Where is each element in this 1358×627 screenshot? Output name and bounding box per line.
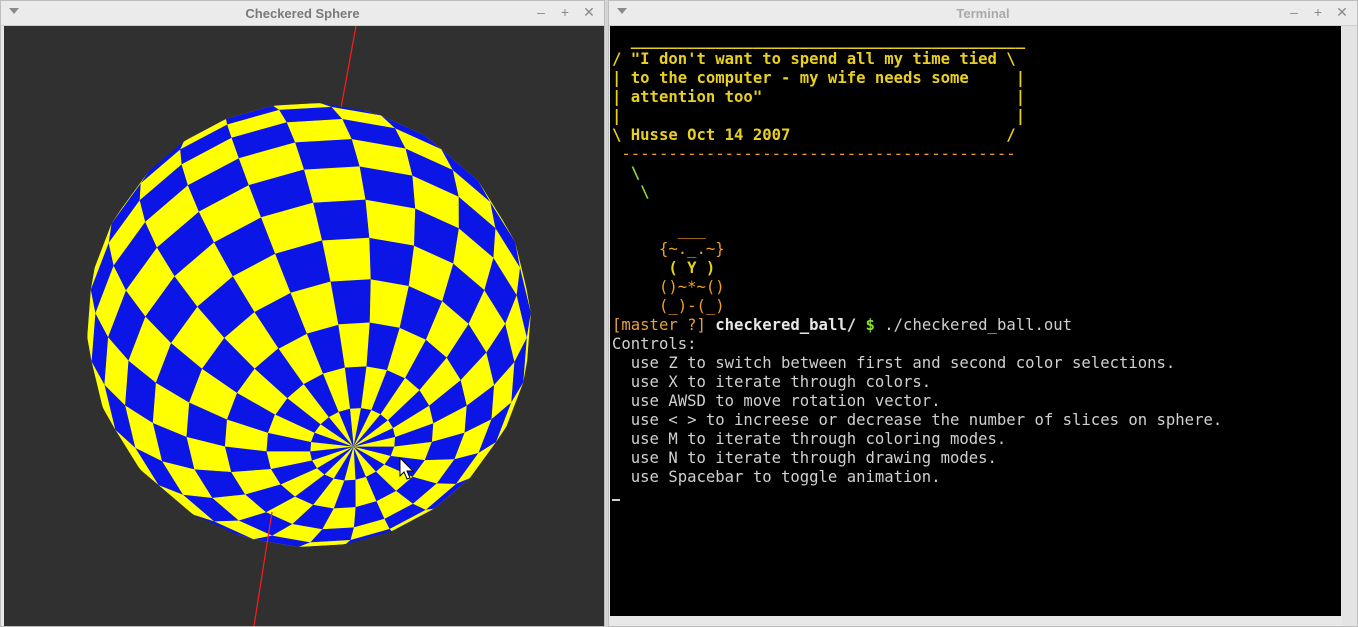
controls-line: use M to iterate through coloring modes.: [612, 430, 1007, 448]
prompt-branch: [master ?]: [612, 316, 706, 334]
owl-art-5: (_)-(_): [612, 297, 725, 315]
prompt-command: ./checkered_ball.out: [884, 316, 1073, 334]
owl-art-2: {~._.~}: [612, 240, 725, 258]
controls-header: Controls:: [612, 335, 697, 353]
controls-line: use < > to increese or decrease the numb…: [612, 411, 1223, 429]
checker-tile: [303, 166, 366, 204]
close-button[interactable]: ✕: [582, 4, 596, 20]
fortune-border-top: ________________________________________…: [612, 31, 1026, 49]
fortune-line-5: \ Husse Oct 14 2007 /: [612, 126, 1016, 144]
fortune-border-bottom: ----------------------------------------…: [612, 145, 1016, 163]
controls-line: use Spacebar to toggle animation.: [612, 468, 941, 486]
sphere-surface: [87, 103, 531, 547]
sphere-window: Checkered Sphere – + ✕: [0, 0, 605, 627]
maximize-button[interactable]: +: [1311, 4, 1325, 20]
checker-tile: [286, 118, 352, 144]
checker-tile: [368, 237, 415, 287]
checker-tile: [294, 139, 360, 171]
checker-tile: [312, 199, 370, 242]
terminal-window-title: Terminal: [956, 6, 1010, 21]
maximize-button[interactable]: +: [558, 4, 572, 20]
owl-art-1: ___: [612, 221, 706, 239]
fortune-line-3: | attention too" |: [612, 88, 1026, 106]
opengl-canvas[interactable]: [4, 26, 604, 626]
minimize-button[interactable]: –: [534, 4, 548, 20]
sphere-window-title: Checkered Sphere: [245, 6, 360, 21]
terminal-scrollbar[interactable]: [1342, 26, 1357, 626]
cowsay-tail-2: \: [612, 183, 650, 201]
sphere-window-titlebar[interactable]: Checkered Sphere – + ✕: [1, 1, 604, 26]
owl-art-3: ( Y ): [612, 259, 716, 277]
fortune-line-4: | |: [612, 107, 1026, 125]
terminal-window-titlebar[interactable]: Terminal – + ✕: [609, 1, 1357, 26]
controls-line: use Z to switch between first and second…: [612, 354, 1176, 372]
controls-line: use AWSD to move rotation vector.: [612, 392, 941, 410]
prompt-symbol: $: [856, 316, 885, 334]
controls-line: use N to iterate through drawing modes.: [612, 449, 997, 467]
controls-line: use X to iterate through colors.: [612, 373, 932, 391]
fortune-line-1: / "I don't want to spend all my time tie…: [612, 50, 1016, 68]
checkered-sphere-render[interactable]: [4, 26, 604, 626]
terminal-output[interactable]: ________________________________________…: [610, 26, 1341, 616]
terminal-cursor: [612, 487, 620, 501]
cowsay-tail-1: \: [612, 164, 641, 182]
close-button[interactable]: ✕: [1335, 4, 1349, 20]
terminal-window: Terminal – + ✕ _________________________…: [608, 0, 1358, 627]
rotation-axis-top: [340, 26, 357, 109]
fortune-line-2: | to the computer - my wife needs some |: [612, 69, 1026, 87]
prompt-directory: checkered_ball/: [705, 316, 857, 334]
owl-art-4: ()~*~(): [612, 278, 725, 296]
minimize-button[interactable]: –: [1287, 4, 1301, 20]
